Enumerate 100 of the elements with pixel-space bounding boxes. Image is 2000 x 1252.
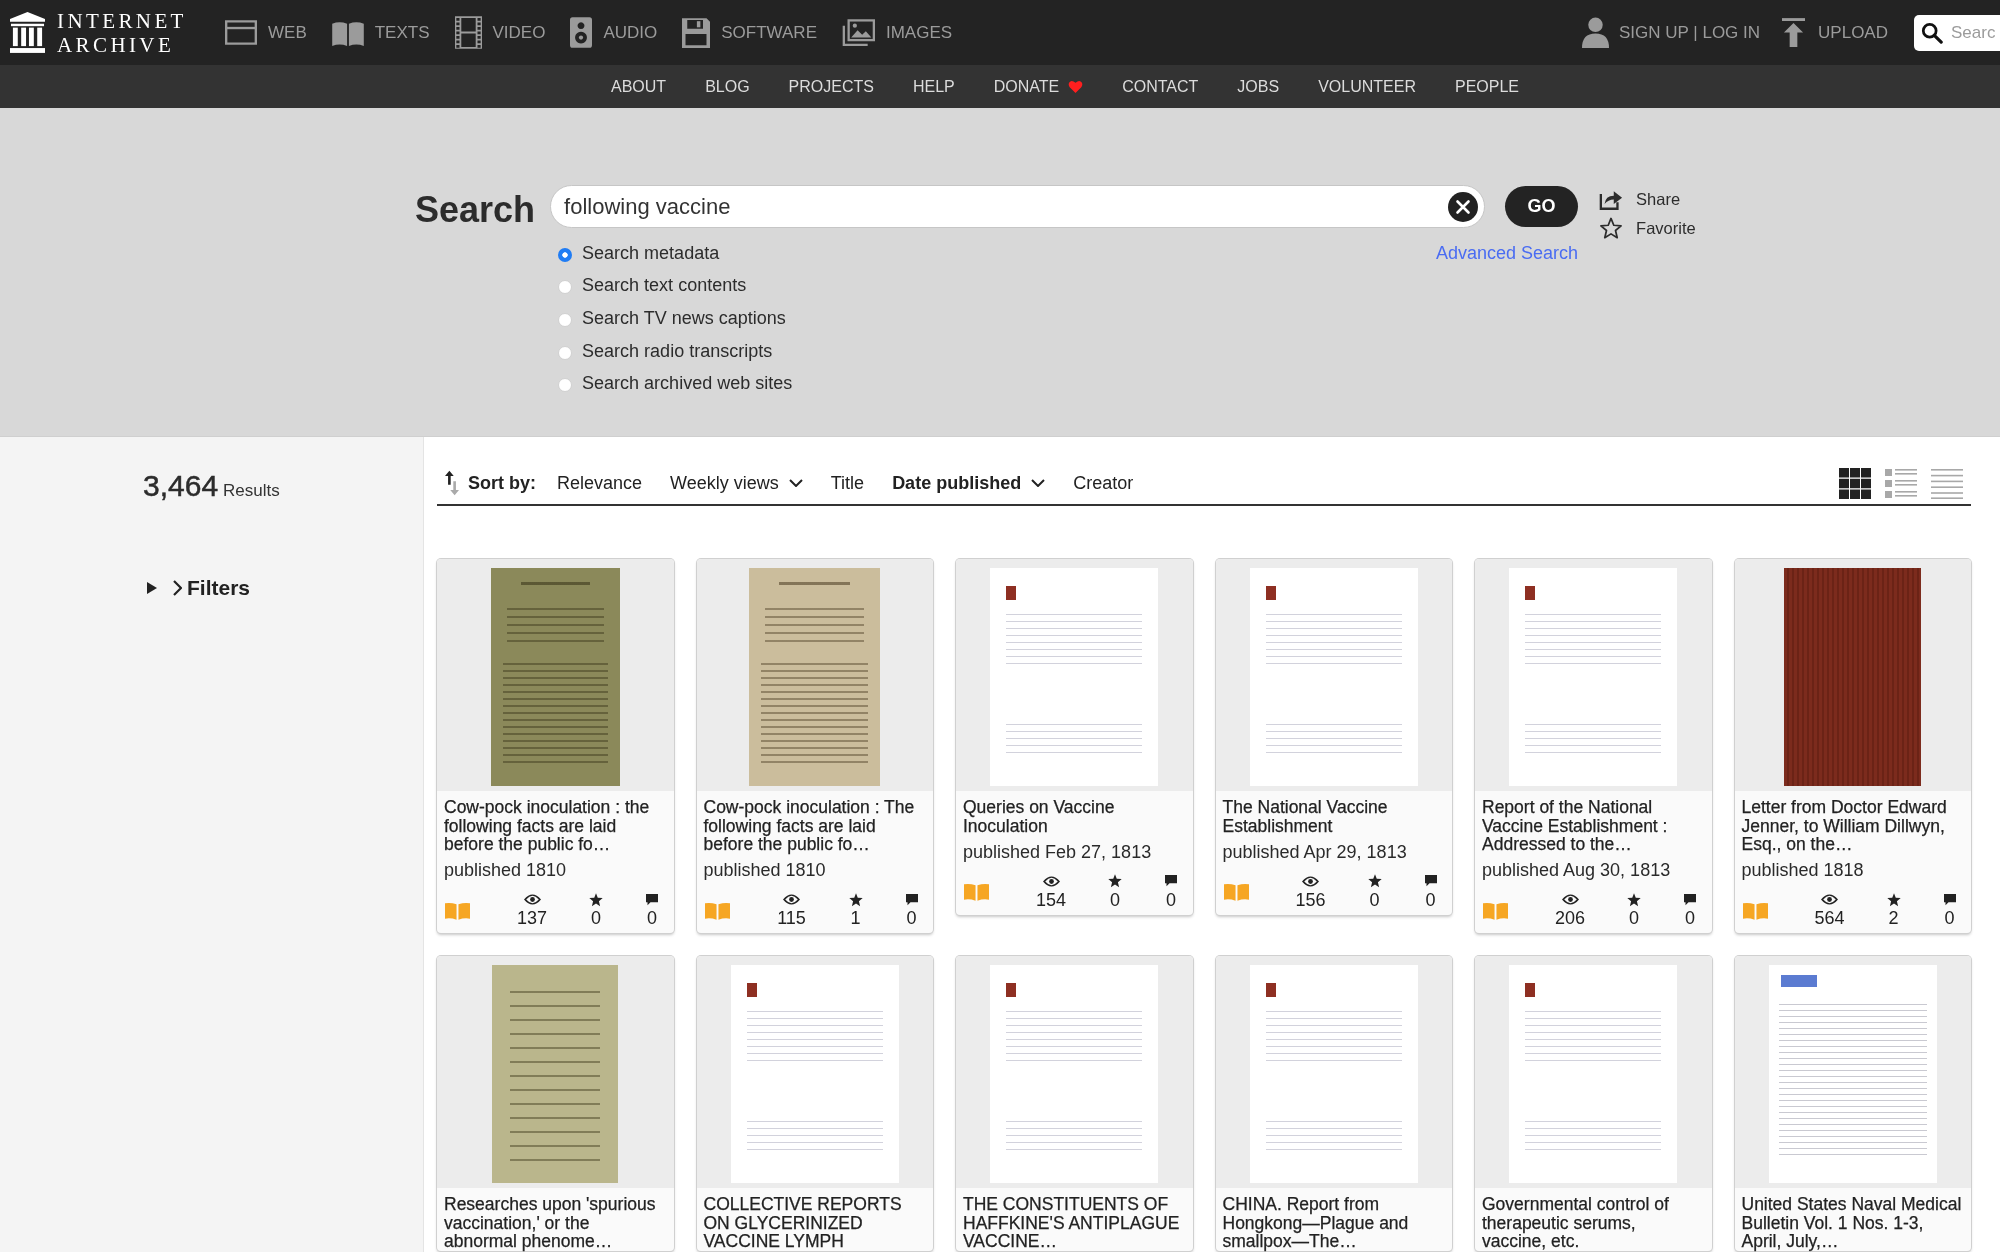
pictures-icon [842,18,875,47]
review-count: 0 [647,907,657,929]
item-card[interactable]: CHINA. Report from Hongkong—Plague and smallpox—The… [1215,956,1452,1251]
search-field[interactable]: Searc [1914,14,2000,51]
sort-option[interactable]: Title [830,472,865,494]
nav-link[interactable]: DONATE [993,77,1084,96]
item-card[interactable]: Letter from Doctor Edward Jenner, to William Dillwyn, Esq., on the… published 1818 564 2 0 [1734,559,1971,933]
book-icon [704,901,730,920]
item-title[interactable]: Governmental control of therapeutic serums, vaccine, etc. [1482,1195,1705,1251]
compact-list-icon[interactable] [1931,467,1963,499]
item-title[interactable]: CHINA. Report from Hongkong—Plague and smallpox—The… [1222,1195,1445,1251]
option-label[interactable]: Search archived web sites [582,373,793,395]
logo-link[interactable]: INTERNET ARCHIVE [10,8,197,57]
grid-view-icon[interactable] [1839,467,1871,499]
favorite-link[interactable]: Favorite [1599,214,1696,243]
nav-link[interactable]: BLOG [705,77,750,96]
radio-button[interactable] [558,247,573,262]
published-date: published Feb 27, 1813 [963,840,1153,863]
item-card[interactable]: United States Naval Medical Bulletin Vol. 1 Nos. 1-3, April, July,… [1734,956,1971,1251]
go-button[interactable]: GO [1505,186,1579,227]
nav-link[interactable]: IMAGES [842,18,953,47]
nav-link[interactable]: CONTACT [1122,77,1199,96]
item-title[interactable]: THE CONSTITUENTS OF HAFFKINE'S ANTIPLAGUE VACCINE… [963,1195,1186,1251]
favorite-count: 0 [1369,888,1380,911]
triangle-right-icon [147,582,157,594]
item-title[interactable]: COLLECTIVE REPORTS ON GLYCERINIZED VACCINE LYMPH [703,1195,926,1251]
nav-link[interactable]: PROJECTS [788,77,874,96]
item-title[interactable]: Letter from Doctor Edward Jenner, to William Dillwyn, Esq., on the… [1741,798,1964,854]
user-icon [1582,17,1609,48]
upload-link[interactable]: UPLOAD [1782,18,1888,47]
star-icon [1627,892,1641,907]
favorite-count: 2 [1888,907,1899,929]
review-count: 0 [1425,888,1436,911]
list-view-icon[interactable] [1885,467,1917,499]
option-label[interactable]: Search radio transcripts [582,340,773,362]
sort-option[interactable]: Date published [892,472,1046,494]
item-title[interactable]: Cow-pock inoculation : the following facts are laid before the public fo… [444,798,667,854]
item-card[interactable]: Cow-pock inoculation : the following facts are laid before the public fo… published 1810 137 0 0 [437,559,674,933]
speech-bubble-icon [646,893,658,906]
nav-link[interactable]: VIDEO [454,16,546,49]
review-count: 0 [906,907,917,929]
nav-link[interactable]: SOFTWARE [682,17,817,48]
nav-link[interactable]: AUDIO [570,17,658,48]
radio-button[interactable] [558,280,573,295]
item-card[interactable]: THE CONSTITUENTS OF HAFFKINE'S ANTIPLAGUE VACCINE… [956,956,1193,1251]
option-label[interactable]: Search metadata [582,242,720,264]
radio-button[interactable] [558,313,573,327]
sort-option[interactable]: Relevance [557,472,643,494]
nav-link[interactable]: TEXTS [331,19,430,46]
published-date: published Aug 30, 1813 [1482,859,1672,881]
option-label[interactable]: Search TV news captions [582,308,786,329]
nav-link[interactable]: WEB [225,20,307,45]
speech-bubble-icon [1684,893,1696,906]
sort-option[interactable]: Creator [1073,472,1134,494]
view-count: 156 [1295,888,1326,911]
item-card[interactable]: Governmental control of therapeutic serums, vaccine, etc. [1475,956,1712,1251]
nav-link[interactable]: VOLUNTEER [1318,77,1416,96]
search-icon [1921,21,1943,44]
clear-search-icon[interactable] [1448,191,1479,222]
item-title[interactable]: The National Vaccine Establishment [1222,798,1445,835]
item-title[interactable]: United States Naval Medical Bulletin Vol. 1 Nos. 1-3, April, July,… [1741,1195,1964,1251]
published-date: published 1810 [703,859,827,881]
published-date: published 1810 [444,859,568,881]
favorite-count: 1 [850,907,861,929]
favorite-count: 0 [591,907,601,929]
book-icon [1223,883,1249,901]
filters-toggle[interactable]: Filters [143,575,251,601]
eye-icon [523,894,541,905]
sort-label: Sort by: [468,472,536,494]
nav-link[interactable]: JOBS [1237,77,1280,96]
star-icon [1367,874,1382,888]
share-link[interactable]: Share [1599,185,1696,214]
search-heading: Search [415,188,536,231]
item-card[interactable]: The National Vaccine Establishment published Apr 29, 1813 156 0 0 [1215,559,1452,915]
sort-option[interactable]: Weekly views [670,472,803,494]
account-link[interactable]: SIGN UP | LOG IN [1582,17,1761,48]
item-title[interactable]: Report of the National Vaccine Establishment : Addressed to the… [1482,798,1705,854]
item-title[interactable]: Cow-pock inoculation : The following facts are laid before the public fo… [703,798,926,854]
item-card[interactable]: Queries on Vaccine Inoculation published Feb 27, 1813 154 0 0 [956,559,1193,915]
view-count: 115 [777,907,806,929]
view-count: 564 [1814,907,1845,929]
item-card[interactable]: Researches upon 'spurious vaccination,' or the abnormal phenome… [437,956,674,1251]
nav-link[interactable]: ABOUT [611,77,667,96]
view-count: 137 [516,907,547,929]
film-strip-icon [454,16,482,49]
nav-link[interactable]: HELP [912,77,955,96]
item-card[interactable]: Cow-pock inoculation : The following facts are laid before the public fo… published 1810 115 1 0 [696,559,933,933]
item-title[interactable]: Researches upon 'spurious vaccination,' or the abnormal phenome… [444,1195,667,1251]
favorite-count: 0 [1110,888,1120,911]
search-field[interactable]: following vaccine [550,185,1486,228]
view-count: 206 [1554,907,1585,929]
speech-bubble-icon [1943,893,1956,906]
radio-button[interactable] [558,345,573,360]
item-card[interactable]: COLLECTIVE REPORTS ON GLYCERINIZED VACCINE LYMPH [696,956,933,1251]
option-label[interactable]: Search text contents [582,275,747,297]
speech-bubble-icon [905,893,918,906]
item-title[interactable]: Queries on Vaccine Inoculation [963,798,1186,835]
item-card[interactable]: Report of the National Vaccine Establishment : Addressed to the… published Aug 30, 1813 206 0 0 [1475,559,1712,933]
radio-button[interactable] [558,378,573,393]
nav-link[interactable]: PEOPLE [1454,77,1519,96]
